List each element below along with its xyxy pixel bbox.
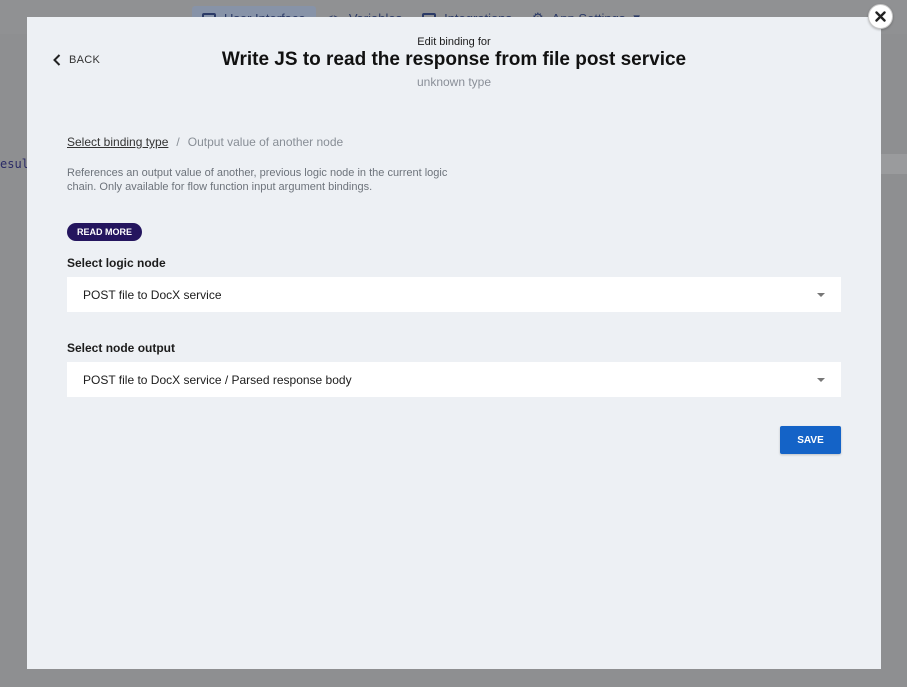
logic-node-label: Select logic node: [67, 256, 166, 270]
edit-binding-modal: BACK Edit binding for Write JS to read t…: [27, 17, 881, 669]
background-code-fragment: esul: [0, 157, 29, 171]
background-row: [881, 154, 907, 174]
breadcrumb-current: Output value of another node: [187, 135, 344, 149]
close-button[interactable]: [868, 4, 893, 29]
breadcrumb-select-binding-type[interactable]: Select binding type: [67, 135, 168, 149]
logic-node-select[interactable]: POST file to DocX service: [67, 277, 841, 312]
modal-title: Write JS to read the response from file …: [221, 49, 687, 70]
node-output-label: Select node output: [67, 341, 175, 355]
breadcrumb-separator: /: [176, 135, 180, 149]
close-icon: [875, 11, 886, 22]
logic-node-value: POST file to DocX service: [83, 287, 222, 302]
save-button[interactable]: SAVE: [780, 426, 841, 454]
binding-description: References an output value of another, p…: [67, 167, 448, 193]
binding-type-label: unknown type: [416, 75, 492, 89]
breadcrumb: Select binding type / Output value of an…: [67, 135, 343, 149]
read-more-button[interactable]: READ MORE: [67, 223, 143, 241]
caret-down-icon: [817, 292, 825, 297]
caret-down-icon: [817, 377, 825, 382]
modal-subtitle: Edit binding for: [417, 36, 491, 48]
node-output-value: POST file to DocX service / Parsed respo…: [83, 372, 352, 387]
node-output-select[interactable]: POST file to DocX service / Parsed respo…: [67, 362, 841, 397]
